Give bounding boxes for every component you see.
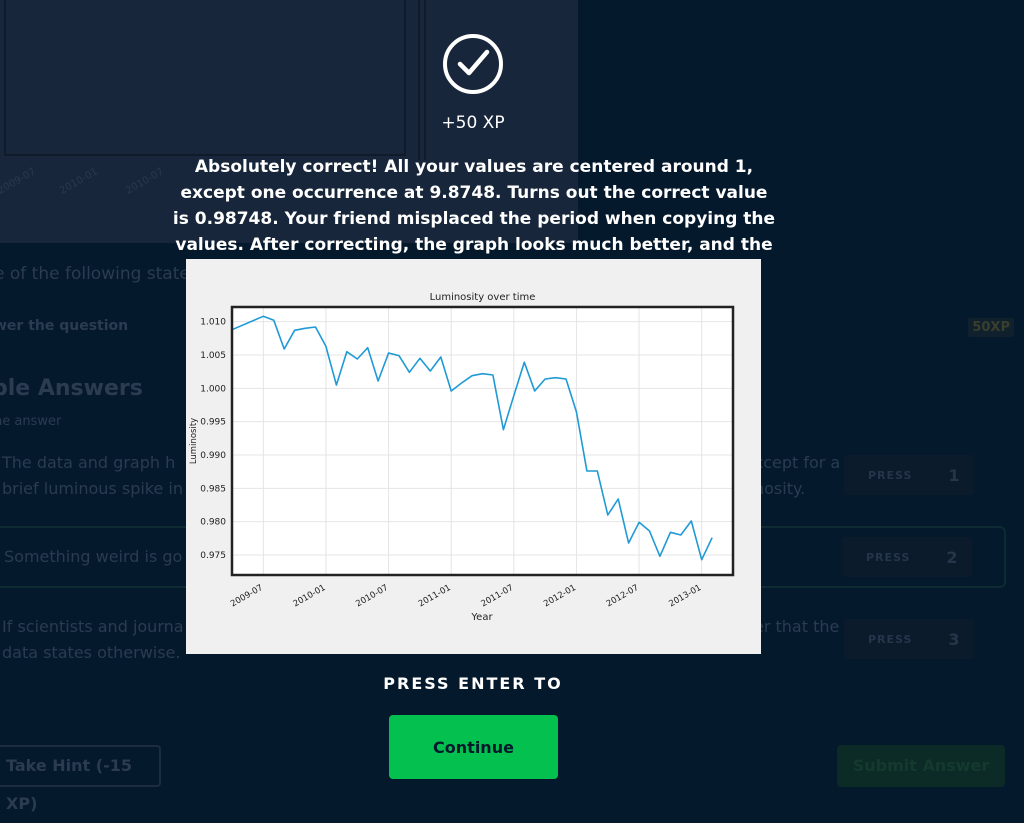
xp-earned: +50 XP bbox=[441, 113, 505, 133]
x-tick-label: 2012-07 bbox=[605, 583, 641, 609]
answers-heading: ble Answers bbox=[0, 376, 143, 401]
background-plot-tick: 2009-07 bbox=[0, 166, 38, 197]
key-number: 2 bbox=[946, 547, 959, 567]
x-axis-label: Year bbox=[470, 612, 493, 623]
background-plot-tick: 2010-07 bbox=[124, 166, 166, 197]
take-hint-button[interactable]: Take Hint (-15 XP) bbox=[0, 745, 161, 813]
press-label: PRESS bbox=[868, 468, 913, 482]
x-tick-label: 2013-01 bbox=[667, 583, 703, 609]
y-tick-label: 1.010 bbox=[200, 318, 226, 328]
press-enter-label: PRESS ENTER TO bbox=[383, 674, 563, 693]
xp-badge: 50XP bbox=[968, 318, 1014, 337]
option-text: Something weird is go bbox=[4, 547, 183, 566]
background-plot-tick: 2010-01 bbox=[58, 166, 100, 197]
press-key-button[interactable]: PRESS 2 bbox=[842, 537, 972, 577]
question-text: e of the following state bbox=[0, 264, 190, 284]
key-number: 1 bbox=[948, 465, 961, 485]
y-axis-label: Luminosity bbox=[189, 418, 199, 464]
y-tick-label: 0.975 bbox=[200, 551, 226, 561]
option-text: If scientists and journa bbox=[2, 617, 184, 636]
answer-prompt: wer the question bbox=[0, 318, 129, 334]
option-text: nosity. bbox=[754, 479, 806, 498]
option-text: er that the bbox=[754, 617, 840, 636]
x-tick-label: 2011-07 bbox=[480, 583, 516, 609]
x-tick-label: 2010-07 bbox=[354, 583, 390, 609]
chart-title: Luminosity over time bbox=[430, 292, 536, 303]
press-key-button[interactable]: PRESS 3 bbox=[844, 619, 974, 659]
continue-button[interactable]: Continue bbox=[389, 715, 558, 779]
background-plot-axis bbox=[424, 0, 426, 160]
y-tick-label: 0.980 bbox=[200, 518, 226, 528]
y-tick-label: 1.000 bbox=[200, 384, 226, 394]
key-number: 3 bbox=[948, 629, 961, 649]
check-circle-icon bbox=[443, 34, 503, 94]
plot-area bbox=[232, 307, 733, 575]
option-text: data states otherwise. bbox=[2, 643, 181, 662]
press-key-button[interactable]: PRESS 1 bbox=[844, 455, 974, 495]
y-tick-label: 0.995 bbox=[200, 418, 226, 428]
background-plot-axis bbox=[418, 0, 420, 160]
option-text: The data and graph h bbox=[2, 453, 176, 472]
x-tick-label: 2011-01 bbox=[417, 583, 453, 609]
chart-svg: 0.975 0.980 0.985 0.990 0.995 1.000 1.005 1.010… bbox=[189, 292, 735, 623]
x-tick-label: 2010-01 bbox=[292, 583, 328, 609]
x-tick-label: 2012-01 bbox=[542, 583, 578, 609]
y-tick-label: 1.005 bbox=[200, 351, 226, 361]
answers-subheading: ne answer bbox=[0, 414, 62, 429]
luminosity-chart: 0.975 0.980 0.985 0.990 0.995 1.000 1.005 1.010… bbox=[186, 259, 761, 654]
y-tick-label: 0.985 bbox=[200, 484, 226, 494]
press-label: PRESS bbox=[868, 632, 913, 646]
press-label: PRESS bbox=[866, 550, 911, 564]
submit-answer-button[interactable]: Submit Answer bbox=[837, 745, 1005, 787]
option-text: brief luminous spike in bbox=[2, 479, 183, 498]
option-text: xcept for a bbox=[754, 453, 841, 472]
y-tick-label: 0.990 bbox=[200, 451, 226, 461]
x-tick-label: 2009-07 bbox=[229, 583, 265, 609]
